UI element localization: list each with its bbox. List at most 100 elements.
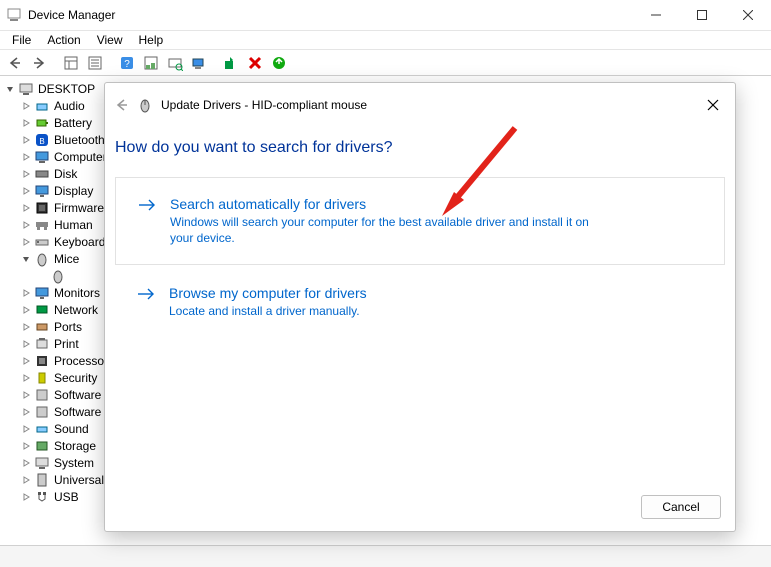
app-icon: [6, 7, 22, 23]
device-category-icon: [34, 455, 50, 471]
chevron-right-icon[interactable]: [20, 151, 32, 163]
chevron-right-icon[interactable]: [20, 423, 32, 435]
window-controls: [633, 0, 771, 30]
title-bar: Device Manager: [0, 0, 771, 30]
svg-text:?: ?: [124, 59, 130, 70]
tree-item-label: Computer: [52, 150, 107, 164]
enable-icon[interactable]: [268, 52, 290, 74]
tree-item-label: Ports: [52, 320, 82, 334]
chevron-right-icon[interactable]: [20, 117, 32, 129]
chevron-right-icon[interactable]: [20, 474, 32, 486]
chevron-right-icon[interactable]: [20, 321, 32, 333]
delete-icon[interactable]: [244, 52, 266, 74]
uninstall-icon[interactable]: [220, 52, 242, 74]
device-category-icon: [34, 166, 50, 182]
tree-item-label: Network: [52, 303, 98, 317]
tree-item-label: Disk: [52, 167, 77, 181]
menu-view[interactable]: View: [89, 31, 131, 49]
chevron-right-icon[interactable]: [20, 202, 32, 214]
chevron-down-icon[interactable]: [4, 83, 16, 95]
chevron-right-icon[interactable]: [20, 236, 32, 248]
status-bar: [0, 545, 771, 567]
chevron-right-icon[interactable]: [20, 440, 32, 452]
arrow-right-icon: [138, 198, 156, 215]
device-category-icon: [34, 149, 50, 165]
dialog-header: Update Drivers - HID-compliant mouse: [105, 83, 735, 113]
list-icon[interactable]: [84, 52, 106, 74]
back-icon[interactable]: [4, 52, 26, 74]
chevron-right-icon[interactable]: [20, 287, 32, 299]
tree-item-label: Monitors: [52, 286, 100, 300]
device-category-icon: [34, 438, 50, 454]
tree-item-label: Display: [52, 184, 93, 198]
device-category-icon: [34, 183, 50, 199]
chevron-down-icon[interactable]: [20, 253, 32, 265]
option-desc: Locate and install a driver manually.: [169, 303, 367, 319]
menu-help[interactable]: Help: [131, 31, 172, 49]
option-browse-computer[interactable]: Browse my computer for drivers Locate an…: [115, 285, 725, 319]
tree-item-label: Universal: [52, 473, 104, 487]
dialog-title: Update Drivers - HID-compliant mouse: [161, 98, 367, 112]
mouse-icon: [50, 268, 66, 284]
tree-item-label: System: [52, 456, 94, 470]
tree-item-label: Keyboards: [52, 235, 111, 249]
tree-item-label: Mice: [52, 252, 79, 266]
chevron-right-icon[interactable]: [20, 491, 32, 503]
chevron-right-icon[interactable]: [20, 168, 32, 180]
minimize-button[interactable]: [633, 0, 679, 30]
option-search-automatically[interactable]: Search automatically for drivers Windows…: [115, 177, 725, 265]
device-category-icon: [34, 387, 50, 403]
tree-item-label: Sound: [52, 422, 89, 436]
menu-bar: File Action View Help: [0, 30, 771, 50]
help-icon[interactable]: ?: [116, 52, 138, 74]
chevron-right-icon[interactable]: [20, 185, 32, 197]
menu-file[interactable]: File: [4, 31, 39, 49]
properties-icon[interactable]: [140, 52, 162, 74]
tree-item-label: Storage: [52, 439, 96, 453]
device-category-icon: [34, 115, 50, 131]
chevron-right-icon[interactable]: [20, 406, 32, 418]
device-category-icon: [34, 217, 50, 233]
chevron-right-icon[interactable]: [20, 372, 32, 384]
option-title: Browse my computer for drivers: [169, 285, 367, 301]
device-category-icon: [34, 421, 50, 437]
tree-item-label: Firmware: [52, 201, 104, 215]
dialog-back-icon[interactable]: [115, 98, 129, 112]
update-drivers-dialog: Update Drivers - HID-compliant mouse How…: [104, 82, 736, 532]
forward-icon[interactable]: [28, 52, 50, 74]
device-category-icon: [34, 404, 50, 420]
menu-action[interactable]: Action: [39, 31, 88, 49]
arrow-right-icon: [137, 287, 155, 304]
tree-item-label: Software: [52, 388, 101, 402]
chevron-right-icon[interactable]: [20, 304, 32, 316]
chevron-right-icon[interactable]: [20, 100, 32, 112]
device-category-icon: [34, 489, 50, 505]
dialog-close-button[interactable]: [699, 91, 727, 119]
chevron-right-icon[interactable]: [20, 389, 32, 401]
window-title: Device Manager: [28, 8, 633, 22]
tree-item-label: Battery: [52, 116, 92, 130]
svg-text:B: B: [39, 137, 44, 146]
close-button[interactable]: [725, 0, 771, 30]
chevron-right-icon[interactable]: [20, 134, 32, 146]
show-hide-icon[interactable]: [60, 52, 82, 74]
scan-icon[interactable]: [164, 52, 186, 74]
tree-item-label: Human: [52, 218, 93, 232]
chevron-right-icon[interactable]: [20, 338, 32, 350]
chevron-right-icon[interactable]: [20, 355, 32, 367]
toolbar: ?: [0, 50, 771, 76]
maximize-button[interactable]: [679, 0, 725, 30]
option-title: Search automatically for drivers: [170, 196, 610, 212]
chevron-right-icon[interactable]: [20, 219, 32, 231]
device-category-icon: [34, 370, 50, 386]
tree-item-label: Bluetooth: [52, 133, 105, 147]
computer-icon: [18, 81, 34, 97]
device-category-icon: [34, 251, 50, 267]
device-category-icon: [34, 200, 50, 216]
chevron-right-icon[interactable]: [20, 457, 32, 469]
tree-item-label: Security: [52, 371, 97, 385]
device-category-icon: [34, 472, 50, 488]
cancel-button[interactable]: Cancel: [641, 495, 721, 519]
update-icon[interactable]: [188, 52, 210, 74]
device-category-icon: [34, 319, 50, 335]
